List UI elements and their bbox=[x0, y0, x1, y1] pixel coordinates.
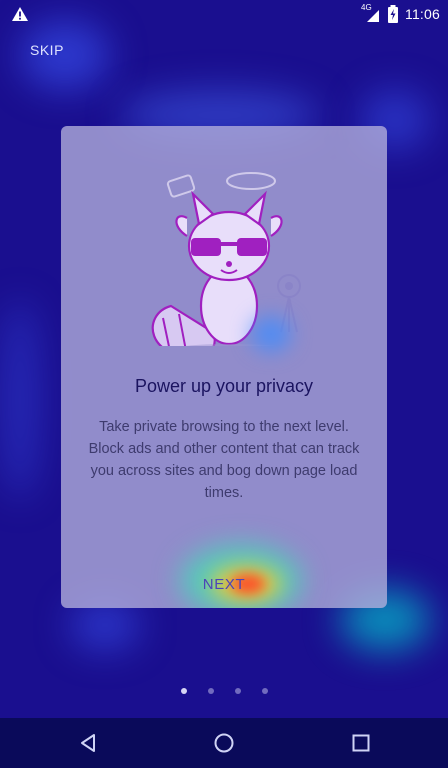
page-dot bbox=[207, 688, 214, 694]
raccoon-sunglasses-illustration bbox=[151, 172, 301, 346]
skip-button[interactable]: SKIP bbox=[30, 42, 64, 58]
home-circle-icon[interactable] bbox=[213, 732, 235, 754]
status-right-group: 4G 11:06 bbox=[361, 3, 440, 24]
system-nav-bar bbox=[0, 718, 448, 768]
onboarding-card: Power up your privacy Take private brows… bbox=[61, 126, 387, 608]
signal-icon: 4G bbox=[361, 3, 381, 23]
page-dot bbox=[234, 688, 241, 694]
page-dot-active bbox=[180, 688, 187, 694]
card-description: Take private browsing to the next level.… bbox=[88, 419, 360, 501]
status-bar: 4G 11:06 bbox=[0, 0, 448, 28]
recents-square-icon[interactable] bbox=[350, 732, 372, 754]
clock: 11:06 bbox=[405, 6, 440, 22]
battery-charging-icon bbox=[388, 5, 398, 23]
card-title: Power up your privacy bbox=[134, 376, 314, 396]
next-button[interactable]: NEXT bbox=[61, 576, 387, 593]
warning-triangle-icon bbox=[12, 7, 28, 21]
page-dot bbox=[261, 688, 268, 694]
back-triangle-icon[interactable] bbox=[77, 732, 99, 754]
page-indicator bbox=[0, 688, 448, 694]
heat-glow bbox=[0, 300, 40, 500]
